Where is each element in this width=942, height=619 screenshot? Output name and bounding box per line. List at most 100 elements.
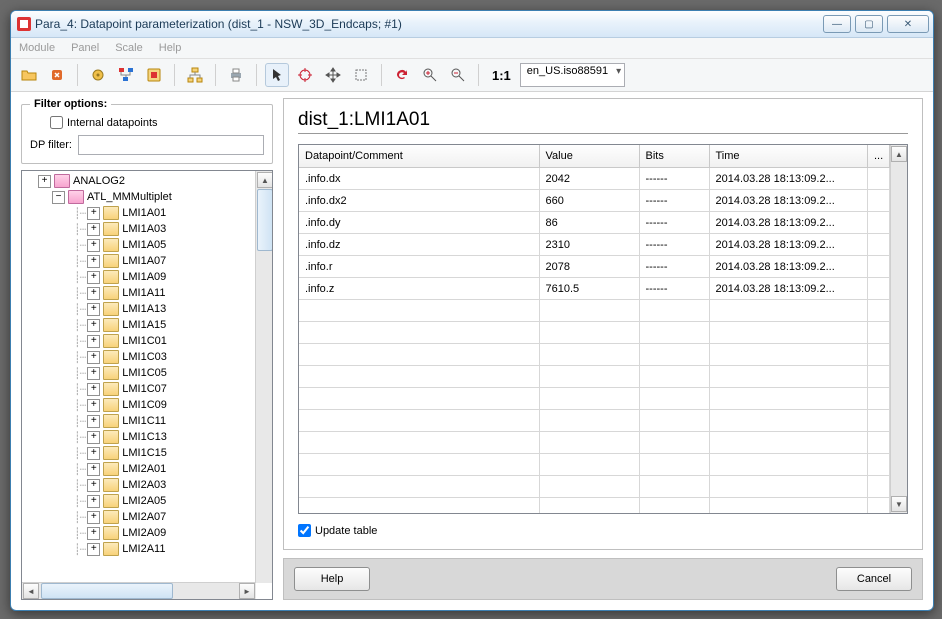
- table-row[interactable]: .info.dx2042------2014.03.28 18:13:09.2.…: [299, 168, 890, 190]
- tree-item-LMI1C09[interactable]: ┊┈+LMI1C09: [26, 397, 256, 413]
- folder-icon: [103, 430, 119, 444]
- col-time[interactable]: Time: [709, 145, 868, 168]
- datapoint-type-icon: [68, 190, 84, 204]
- dp-filter-input[interactable]: [78, 135, 264, 155]
- tree-item-LMI1C05[interactable]: ┊┈+LMI1C05: [26, 365, 256, 381]
- tree-item-LMI2A05[interactable]: ┊┈+LMI2A05: [26, 493, 256, 509]
- tree-expander-icon[interactable]: +: [87, 351, 100, 364]
- col-more[interactable]: ...: [868, 145, 890, 168]
- gear-icon[interactable]: [86, 63, 110, 87]
- tree-item-LMI1A03[interactable]: ┊┈+LMI1A03: [26, 221, 256, 237]
- folder-icon: [103, 318, 119, 332]
- tree-expander-icon[interactable]: +: [87, 319, 100, 332]
- refresh-icon[interactable]: [390, 63, 414, 87]
- tree-item-LMI2A11[interactable]: ┊┈+LMI2A11: [26, 541, 256, 557]
- datapoint-table[interactable]: Datapoint/Comment Value Bits Time ... .i…: [299, 145, 890, 513]
- tree-expander-icon[interactable]: +: [87, 207, 100, 220]
- folder-icon: [103, 222, 119, 236]
- col-value[interactable]: Value: [539, 145, 639, 168]
- tree-item-LMI2A07[interactable]: ┊┈+LMI2A07: [26, 509, 256, 525]
- tree-item-LMI1C03[interactable]: ┊┈+LMI1C03: [26, 349, 256, 365]
- internal-datapoints-checkbox[interactable]: [50, 116, 63, 129]
- zoom-ratio-button[interactable]: 1:1: [487, 63, 516, 87]
- tree-item-LMI1C15[interactable]: ┊┈+LMI1C15: [26, 445, 256, 461]
- titlebar[interactable]: Para_4: Datapoint parameterization (dist…: [11, 11, 933, 38]
- tree-horizontal-scrollbar[interactable]: ◄ ►: [22, 582, 256, 599]
- tree-expander-icon[interactable]: +: [38, 175, 51, 188]
- tree-expander-icon[interactable]: +: [87, 367, 100, 380]
- tree-expander-icon[interactable]: +: [87, 287, 100, 300]
- tree-item-LMI1A07[interactable]: ┊┈+LMI1A07: [26, 253, 256, 269]
- tree-expander-icon[interactable]: +: [87, 431, 100, 444]
- table-row[interactable]: .info.dy86------2014.03.28 18:13:09.2...: [299, 212, 890, 234]
- open-icon[interactable]: [17, 63, 41, 87]
- tree-expander-icon[interactable]: +: [87, 415, 100, 428]
- table-row: .: [299, 432, 890, 454]
- folder-icon: [103, 350, 119, 364]
- hierarchy-icon[interactable]: [183, 63, 207, 87]
- menu-module[interactable]: Module: [19, 42, 55, 54]
- tree-expander-icon[interactable]: +: [87, 543, 100, 556]
- tree-item-LMI1A09[interactable]: ┊┈+LMI1A09: [26, 269, 256, 285]
- table-row[interactable]: .info.dx2660------2014.03.28 18:13:09.2.…: [299, 190, 890, 212]
- tree-expander-icon[interactable]: +: [87, 479, 100, 492]
- crop-icon[interactable]: [349, 63, 373, 87]
- tree-expander-icon[interactable]: +: [87, 303, 100, 316]
- tree-item-LMI2A01[interactable]: ┊┈+LMI2A01: [26, 461, 256, 477]
- tree-item-LMI2A09[interactable]: ┊┈+LMI2A09: [26, 525, 256, 541]
- tree-item-LMI1A13[interactable]: ┊┈+LMI1A13: [26, 301, 256, 317]
- move-icon[interactable]: [321, 63, 345, 87]
- tree-item-LMI2A03[interactable]: ┊┈+LMI2A03: [26, 477, 256, 493]
- pointer-icon[interactable]: [265, 63, 289, 87]
- folder-icon: [103, 478, 119, 492]
- zoom-out-icon[interactable]: [446, 63, 470, 87]
- module-icon[interactable]: [142, 63, 166, 87]
- tree-item-LMI1C01[interactable]: ┊┈+LMI1C01: [26, 333, 256, 349]
- tree-item-LMI1C13[interactable]: ┊┈+LMI1C13: [26, 429, 256, 445]
- col-bits[interactable]: Bits: [639, 145, 709, 168]
- tree-vertical-scrollbar[interactable]: ▲: [255, 171, 272, 583]
- tree-expander-icon[interactable]: +: [87, 255, 100, 268]
- col-datapoint[interactable]: Datapoint/Comment: [299, 145, 539, 168]
- tree-expander-icon[interactable]: +: [87, 527, 100, 540]
- maximize-button[interactable]: ▢: [855, 15, 883, 33]
- menu-panel[interactable]: Panel: [71, 42, 99, 54]
- tree-item-LMI1C07[interactable]: ┊┈+LMI1C07: [26, 381, 256, 397]
- tree-expander-icon[interactable]: +: [87, 239, 100, 252]
- tree-expander-icon[interactable]: +: [87, 495, 100, 508]
- menu-scale[interactable]: Scale: [115, 42, 143, 54]
- table-row[interactable]: .info.z7610.5------2014.03.28 18:13:09.2…: [299, 278, 890, 300]
- tree-expander-icon[interactable]: +: [87, 399, 100, 412]
- minimize-button[interactable]: ―: [823, 15, 851, 33]
- tree-item-LMI1C11[interactable]: ┊┈+LMI1C11: [26, 413, 256, 429]
- tree-expander-icon[interactable]: +: [87, 383, 100, 396]
- datapoint-type-icon: [54, 174, 70, 188]
- print-icon[interactable]: [224, 63, 248, 87]
- table-row[interactable]: .info.dz2310------2014.03.28 18:13:09.2.…: [299, 234, 890, 256]
- tree-root[interactable]: +ANALOG2: [26, 173, 256, 189]
- target-icon[interactable]: [293, 63, 317, 87]
- menu-help[interactable]: Help: [159, 42, 182, 54]
- help-button[interactable]: Help: [294, 567, 370, 591]
- tree-expander-icon[interactable]: +: [87, 223, 100, 236]
- close-button[interactable]: ✕: [887, 15, 929, 33]
- tree-item-LMI1A11[interactable]: ┊┈+LMI1A11: [26, 285, 256, 301]
- tree-item-LMI1A01[interactable]: ┊┈+LMI1A01: [26, 205, 256, 221]
- table-row[interactable]: .info.r2078------2014.03.28 18:13:09.2..…: [299, 256, 890, 278]
- tree-item-LMI1A15[interactable]: ┊┈+LMI1A15: [26, 317, 256, 333]
- tree-parent[interactable]: −ATL_MMMultiplet: [26, 189, 256, 205]
- tree-expander-icon[interactable]: −: [52, 191, 65, 204]
- tree-expander-icon[interactable]: +: [87, 271, 100, 284]
- update-table-checkbox[interactable]: [298, 524, 311, 537]
- nodes-icon[interactable]: [114, 63, 138, 87]
- tree-expander-icon[interactable]: +: [87, 447, 100, 460]
- cancel-button[interactable]: Cancel: [836, 567, 912, 591]
- table-vertical-scrollbar[interactable]: ▲ ▼: [890, 145, 907, 513]
- tree-expander-icon[interactable]: +: [87, 511, 100, 524]
- zoom-in-icon[interactable]: [418, 63, 442, 87]
- tree-expander-icon[interactable]: +: [87, 335, 100, 348]
- locale-select[interactable]: en_US.iso88591: [520, 63, 625, 87]
- tree-item-LMI1A05[interactable]: ┊┈+LMI1A05: [26, 237, 256, 253]
- tree-expander-icon[interactable]: +: [87, 463, 100, 476]
- delete-icon[interactable]: [45, 63, 69, 87]
